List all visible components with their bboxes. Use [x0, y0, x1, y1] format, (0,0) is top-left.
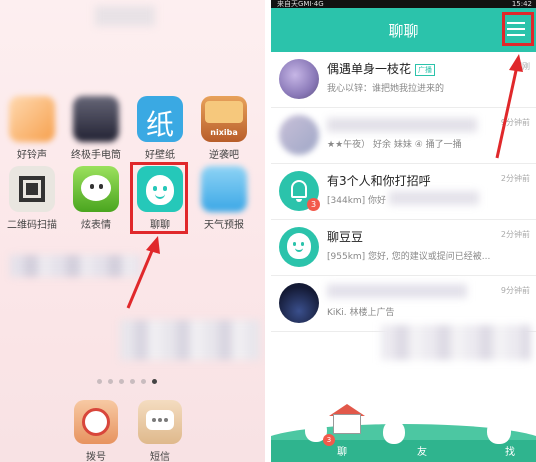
app-ringtone[interactable]: 好铃声	[4, 96, 60, 161]
flashlight-icon	[73, 96, 119, 142]
qrcode-icon	[9, 166, 55, 212]
chat-app-screen: 来自天GMI·4G 15:42 聊聊 偶遇单身一枝花 广播 我心以锌：谁把她我拉进…	[271, 0, 536, 462]
page-indicator	[97, 379, 157, 384]
app-qrcode[interactable]: 二维码扫描	[4, 166, 60, 231]
highlight-box	[502, 12, 534, 46]
avatar	[279, 59, 319, 99]
carrier-text: 来自天GMI·4G	[277, 0, 324, 8]
blurred-region	[120, 320, 260, 360]
wallpaper-icon: 纸	[137, 96, 183, 142]
app-flashlight[interactable]: 终极手电筒	[68, 96, 124, 161]
face-eye	[301, 242, 304, 246]
conversation-time: 9分钟前	[500, 286, 530, 295]
conversation-time: 2分钟前	[500, 174, 530, 183]
qr-center	[26, 183, 38, 195]
app-label: 二维码扫描	[7, 220, 57, 231]
title-bar: 聊聊	[271, 8, 536, 52]
mascot-icon	[383, 420, 405, 444]
sms-dot	[164, 418, 168, 422]
page-dot[interactable]	[97, 379, 102, 384]
conversation-preview: KiKi. 林楼上广告	[327, 308, 395, 318]
wallpaper-glyph: 纸	[145, 108, 174, 141]
unread-badge: 3	[307, 198, 320, 211]
sms-dot	[158, 418, 162, 422]
status-bar: 来自天GMI·4G 15:42	[271, 0, 536, 8]
blurred-region	[327, 118, 477, 132]
dock-label: 拨号	[86, 452, 106, 462]
sms-dot	[152, 418, 156, 422]
weather-icon	[201, 166, 247, 212]
blurred-region	[389, 191, 479, 205]
tab-friends[interactable]: 友	[417, 443, 427, 458]
emoji-bubble	[81, 175, 111, 201]
conversation-preview: [955km] 您好, 您的建议或提问已经被...	[327, 252, 491, 262]
blurred-region	[327, 284, 467, 298]
app-label: 好铃声	[17, 150, 47, 161]
conversation-preview: 我心以锌：谁把她我拉进来的	[327, 84, 445, 94]
face-eye	[293, 242, 296, 246]
page-dot-active[interactable]	[152, 379, 157, 384]
conversation-preview: [344km] 你好	[327, 196, 387, 206]
house-decoration	[333, 414, 361, 434]
page-dot[interactable]	[108, 379, 113, 384]
highlight-box	[130, 162, 188, 234]
conversation-name: 有3个人和你打招呼	[327, 174, 431, 188]
face-mouth	[295, 248, 303, 252]
mascot-icon	[487, 418, 511, 444]
app-label: 炫表情	[81, 220, 111, 231]
emoji-icon	[73, 166, 119, 212]
dial-glyph	[82, 408, 110, 436]
page-dot[interactable]	[130, 379, 135, 384]
broadcast-tag: 广播	[415, 64, 436, 76]
home-screen: 好铃声 终极手电筒 纸 好壁纸 nixiba 逆袭吧 二维码扫描 炫表情 聊聊 …	[0, 0, 265, 462]
conversation-preview: ★★午夜） 好余 妹妹 ④ 捅了一捅	[327, 140, 462, 150]
dial-icon	[74, 400, 118, 444]
status-time: 15:42	[511, 0, 532, 8]
emoji-eye	[99, 184, 103, 189]
app-emoji[interactable]: 炫表情	[68, 166, 124, 231]
conversation-row[interactable]: 3 有3个人和你打招呼 [344km] 你好 2分钟前	[271, 164, 536, 220]
page-dot[interactable]	[119, 379, 124, 384]
dock-sms[interactable]: 短信	[130, 400, 190, 462]
ringtone-icon	[9, 96, 55, 142]
bell-icon	[291, 180, 307, 198]
nixiba-art	[205, 101, 243, 123]
pointer-arrow	[126, 236, 160, 309]
tab-badge: 3	[323, 434, 335, 446]
page-title: 聊聊	[388, 22, 419, 40]
avatar	[279, 227, 319, 267]
conversation-row[interactable]: 聊豆豆 [955km] 您好, 您的建议或提问已经被... 2分钟前	[271, 220, 536, 276]
app-label: 终极手电筒	[71, 150, 121, 161]
face-icon	[287, 233, 311, 259]
conversation-row[interactable]: KiKi. 林楼上广告 9分钟前	[271, 276, 536, 332]
page-dot[interactable]	[141, 379, 146, 384]
conversation-time: 2分钟前	[500, 230, 530, 239]
conversation-name: 聊豆豆	[327, 230, 364, 244]
app-label: 天气预报	[204, 220, 244, 231]
nixiba-glyph: nixiba	[210, 128, 238, 137]
blurred-region	[381, 325, 531, 360]
avatar	[279, 115, 319, 155]
dock-label: 短信	[150, 452, 170, 462]
nixiba-icon: nixiba	[201, 96, 247, 142]
avatar	[279, 283, 319, 323]
app-wallpaper[interactable]: 纸 好壁纸	[132, 96, 188, 161]
conversation-title: 偶遇单身一枝花	[327, 62, 412, 76]
emoji-eye	[90, 184, 94, 189]
blurred-region	[95, 6, 155, 26]
bell-clapper	[296, 199, 302, 202]
app-label: 好壁纸	[145, 150, 175, 161]
tab-find[interactable]: 找	[505, 443, 515, 458]
app-nixiba[interactable]: nixiba 逆袭吧	[196, 96, 252, 161]
app-weather[interactable]: 天气预报	[196, 166, 252, 231]
pointer-arrow	[495, 54, 523, 159]
sms-icon	[138, 400, 182, 444]
conversation-name: 偶遇单身一枝花 广播	[327, 60, 436, 77]
bottom-tab-bar: 3 聊 友 找	[271, 396, 536, 462]
app-label: 逆袭吧	[209, 150, 239, 161]
dock-dial[interactable]: 拨号	[66, 400, 126, 462]
tab-chat[interactable]: 聊	[337, 443, 347, 458]
